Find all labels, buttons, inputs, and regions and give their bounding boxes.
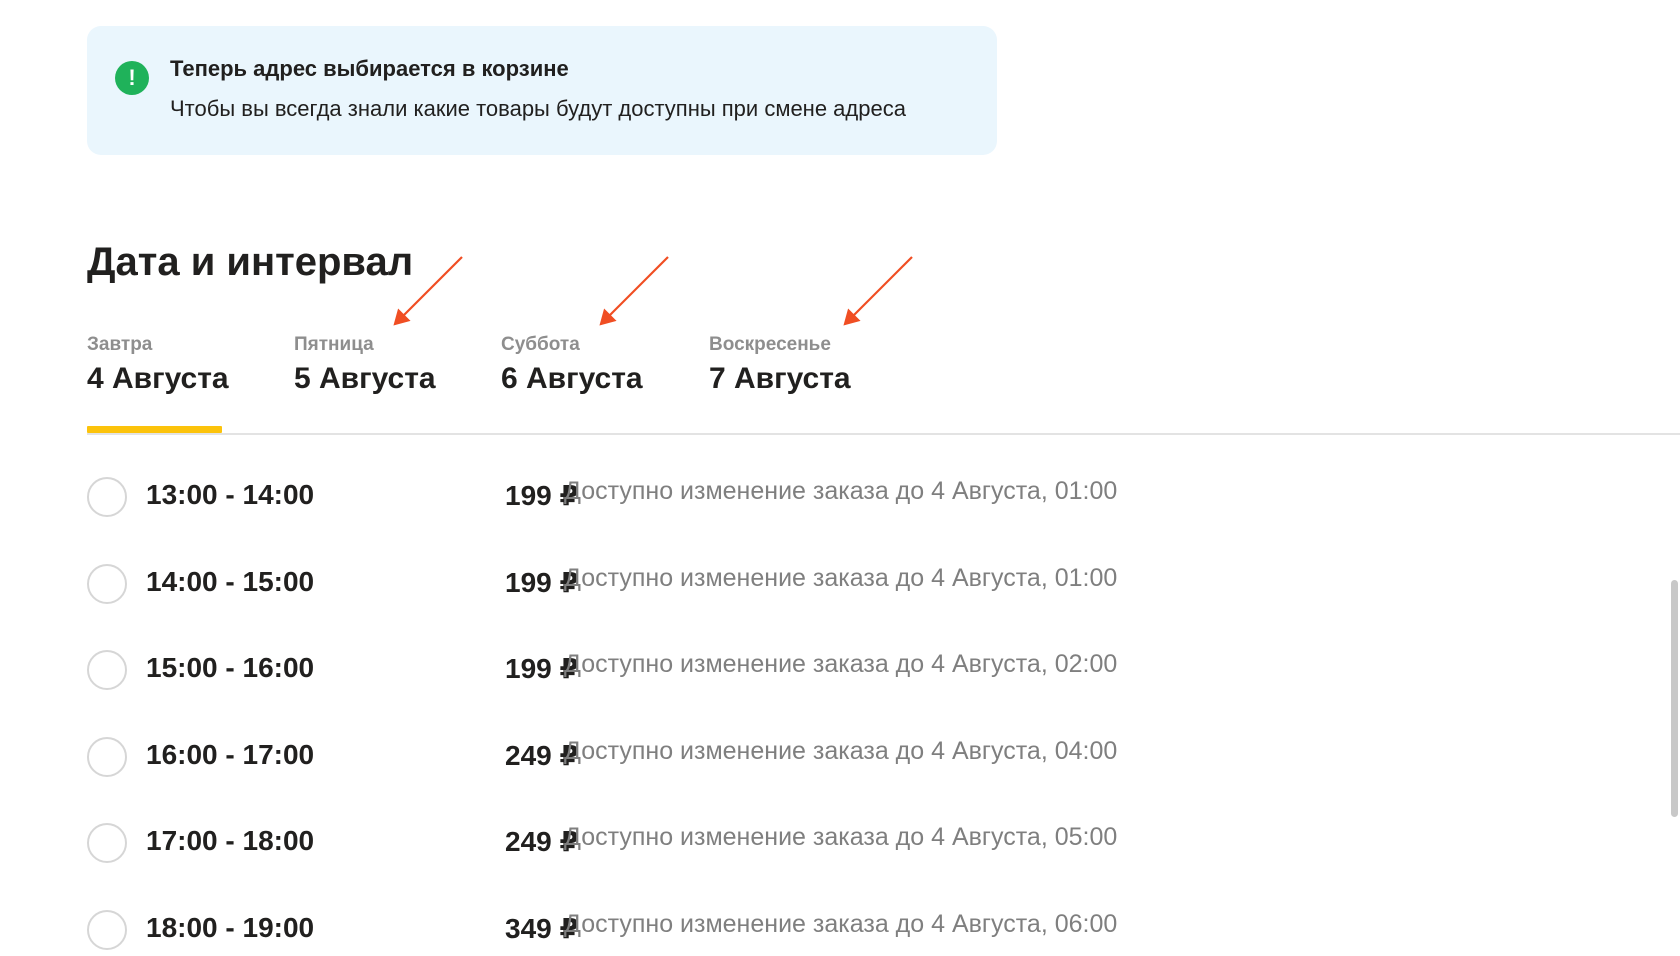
- slot-time: 14:00 - 15:00: [146, 565, 315, 597]
- time-slot-row[interactable]: 16:00 - 17:00 249 ₽ Доступно изменение з…: [87, 735, 1487, 822]
- selected-tab-underline: [87, 426, 222, 433]
- time-slot-list: 13:00 - 14:00 199 ₽ Доступно изменение з…: [87, 475, 1487, 956]
- slot-radio[interactable]: [87, 563, 127, 604]
- tab-weekday: Пятница: [294, 334, 374, 355]
- annotation-arrow: [599, 256, 669, 326]
- annotation-arrow: [843, 256, 913, 326]
- section-title: Дата и интервал: [87, 240, 414, 284]
- page-scrollbar[interactable]: [1671, 580, 1678, 817]
- slot-change-deadline: Доступно изменение заказа до 4 Августа, …: [564, 736, 1118, 765]
- tab-date: 7 Августа: [709, 362, 851, 395]
- slot-price: 199 ₽: [505, 480, 579, 511]
- time-slot-row[interactable]: 15:00 - 16:00 199 ₽ Доступно изменение з…: [87, 648, 1487, 735]
- slot-radio[interactable]: [87, 909, 127, 950]
- slot-change-deadline: Доступно изменение заказа до 4 Августа, …: [564, 563, 1118, 592]
- tab-weekday: Воскресенье: [709, 334, 831, 355]
- tab-date: 6 Августа: [501, 362, 643, 395]
- time-slot-row[interactable]: 17:00 - 18:00 249 ₽ Доступно изменение з…: [87, 821, 1487, 908]
- address-notice: ! Теперь адрес выбирается в корзине Чтоб…: [87, 26, 997, 155]
- slot-radio[interactable]: [87, 736, 127, 777]
- slot-price: 199 ₽: [505, 653, 579, 685]
- slot-time: 13:00 - 14:00: [146, 479, 315, 510]
- time-slot-row[interactable]: 14:00 - 15:00 199 ₽ Доступно изменение з…: [87, 562, 1487, 649]
- notice-text: Чтобы вы всегда знали какие товары будут…: [170, 96, 906, 121]
- slot-time: 17:00 - 18:00: [146, 825, 315, 857]
- slot-radio[interactable]: [87, 477, 127, 517]
- slot-price: 249 ₽: [505, 739, 579, 771]
- slot-price: 199 ₽: [505, 566, 579, 598]
- tab-date-4-august[interactable]: Завтра 4 Августа: [87, 334, 229, 396]
- slot-price: 349 ₽: [505, 912, 579, 944]
- slot-radio[interactable]: [87, 823, 127, 864]
- delivery-page: ! Теперь адрес выбирается в корзине Чтоб…: [0, 0, 1680, 956]
- tabs-divider: [87, 433, 1680, 435]
- tab-weekday: Суббота: [501, 334, 580, 355]
- tab-date-7-august[interactable]: Воскресенье 7 Августа: [709, 334, 851, 396]
- slot-time: 15:00 - 16:00: [146, 652, 315, 684]
- slot-time: 18:00 - 19:00: [146, 911, 315, 943]
- slot-time: 16:00 - 17:00: [146, 738, 315, 770]
- time-slot-row[interactable]: 18:00 - 19:00 349 ₽ Доступно изменение з…: [87, 908, 1487, 956]
- slot-change-deadline: Доступно изменение заказа до 4 Августа, …: [564, 477, 1118, 505]
- notice-title: Теперь адрес выбирается в корзине: [170, 56, 569, 81]
- slot-radio[interactable]: [87, 650, 127, 691]
- slot-change-deadline: Доступно изменение заказа до 4 Августа, …: [564, 823, 1118, 852]
- tab-date-5-august[interactable]: Пятница 5 Августа: [294, 334, 436, 396]
- slot-change-deadline: Доступно изменение заказа до 4 Августа, …: [564, 650, 1118, 679]
- slot-change-deadline: Доступно изменение заказа до 4 Августа, …: [564, 909, 1118, 938]
- tab-date: 4 Августа: [87, 362, 229, 395]
- time-slot-row[interactable]: 13:00 - 14:00 199 ₽ Доступно изменение з…: [87, 475, 1487, 562]
- tab-date: 5 Августа: [294, 362, 436, 395]
- tab-date-6-august[interactable]: Суббота 6 Августа: [501, 334, 643, 396]
- exclamation-icon: !: [115, 61, 149, 95]
- slot-price: 249 ₽: [505, 826, 579, 858]
- tab-weekday: Завтра: [87, 334, 153, 355]
